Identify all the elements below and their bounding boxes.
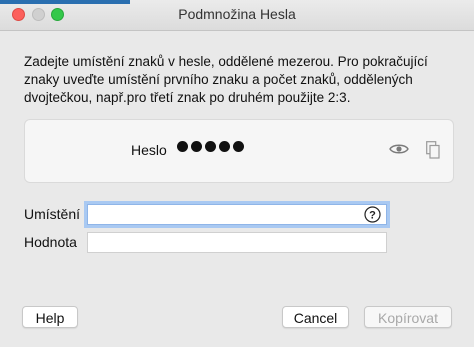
password-dot [205,141,216,152]
value-label: Hodnota [24,234,77,250]
copy-icon[interactable] [426,141,440,164]
help-button[interactable]: Help [22,306,78,328]
question-mark-icon[interactable]: ? [364,206,381,228]
value-input-wrapper [87,232,387,253]
password-dot [191,141,202,152]
title-bar: Podmnožina Hesla [0,0,474,31]
password-dot [233,141,244,152]
eye-icon[interactable] [389,142,409,161]
cancel-button[interactable]: Cancel [282,306,349,328]
password-dot [177,141,188,152]
instructions-text: Zadejte umístění znaků v hesle, oddělené… [24,54,428,105]
background-window-strip [0,0,130,4]
svg-text:?: ? [369,210,376,222]
copy-button[interactable]: Kopírovat [364,306,452,328]
password-masked-value [177,141,244,152]
position-label: Umístění [24,206,81,222]
password-dot [219,141,230,152]
position-input[interactable] [88,205,366,224]
window-title: Podmnožina Hesla [178,6,296,22]
password-card: Heslo [24,119,454,183]
password-label: Heslo [131,142,167,158]
value-input[interactable] [88,233,366,252]
position-input-wrapper: ? [87,204,387,225]
